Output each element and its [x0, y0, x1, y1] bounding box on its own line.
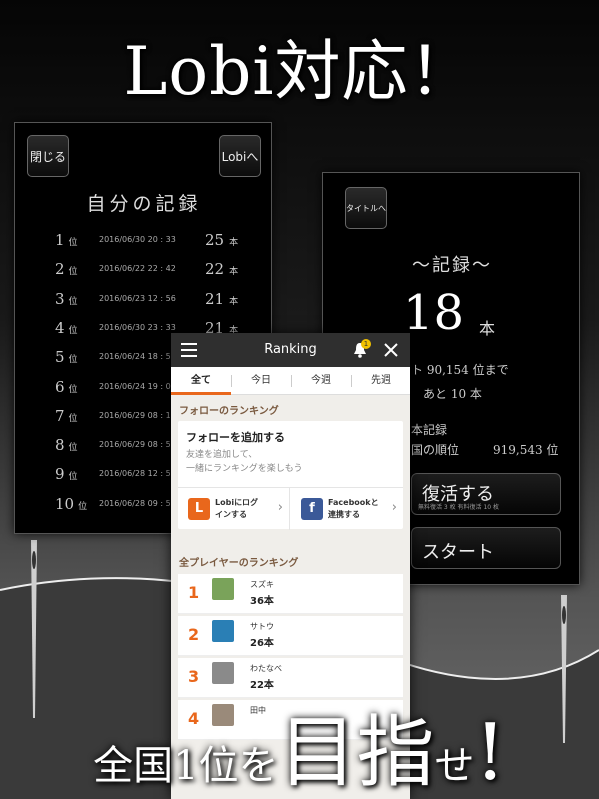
start-button[interactable]: スタート	[411, 527, 561, 569]
player-score: 36本	[250, 596, 274, 607]
national-rank-label: 国の順位	[411, 443, 460, 457]
chevron-right-icon: ›	[277, 500, 283, 515]
record-count: 25 本	[205, 231, 239, 249]
slogan-part-2: 1位を	[173, 743, 279, 789]
record-date: 2016/06/30 20 : 33	[99, 235, 176, 244]
record-label: 本記録	[411, 423, 448, 437]
avatar	[212, 578, 234, 600]
record-rank: 2位	[55, 260, 78, 279]
ranking-header: Ranking 1	[171, 333, 410, 367]
record-rank: 1位	[55, 231, 78, 249]
record-rank: 5位	[55, 348, 78, 367]
record-date: 2016/06/29 08 : 5	[99, 440, 171, 450]
remaining-text: あと 10 本	[423, 387, 482, 401]
tab-all[interactable]: 全て	[171, 367, 231, 395]
record-date: 2016/06/22 22 : 42	[99, 264, 176, 274]
bottom-slogan: 全国1位を目指せ!	[0, 690, 599, 799]
facebook-icon: f	[301, 498, 323, 520]
facebook-link-button[interactable]: f Facebookと 連携する ›	[291, 488, 403, 530]
avatar	[212, 620, 234, 642]
close-icon[interactable]	[384, 343, 398, 357]
record-rank: 8位	[55, 436, 78, 455]
slogan-part-3: 目指	[278, 708, 435, 798]
follow-card-title: フォローを追加する	[186, 431, 285, 444]
slogan-part-1: 全国	[93, 743, 174, 789]
player-row[interactable]: 1 スズキ 36本	[178, 574, 403, 614]
national-rank-value: 919,543 位	[493, 443, 559, 457]
all-players-title: 全プレイヤーのランキング	[179, 558, 299, 569]
slogan-part-4: せ	[434, 743, 475, 789]
ranking-title: Ranking	[264, 342, 317, 357]
player-rank: 2	[188, 625, 200, 644]
revive-button[interactable]: 復活する 無料復活 3 枚 有料復活 10 枚	[411, 473, 561, 515]
follow-card-desc-1: 友達を追加して、	[186, 450, 258, 460]
slogan-part-5: !	[474, 708, 506, 798]
player-rank: 1	[188, 583, 200, 602]
record-date: 2016/06/30 23 : 33	[99, 322, 176, 332]
player-score: 22本	[250, 680, 274, 691]
close-button[interactable]: 閉じる	[27, 135, 69, 177]
record-rank: 4位	[55, 318, 78, 337]
record-date: 2016/06/28 09 : 5	[99, 498, 171, 508]
start-label: スタート	[422, 542, 494, 563]
lobi-login-button[interactable]: L Lobiにログ インする ›	[178, 488, 290, 530]
record-rank: 7位	[55, 406, 78, 425]
lobi-login-label: Lobiにログ インする	[215, 498, 259, 519]
tab-today[interactable]: 今日	[231, 367, 291, 395]
tab-this-week[interactable]: 今週	[291, 367, 351, 395]
headline: Lobi対応！	[123, 33, 476, 110]
player-score: 26本	[250, 638, 274, 649]
player-name: わたなべ	[250, 664, 282, 673]
follow-card-desc-2: 一緒にランキングを楽しもう	[186, 464, 303, 474]
record-date: 2016/06/29 08 : 1	[99, 410, 171, 420]
follow-actions: L Lobiにログ インする › f Facebookと 連携する ›	[178, 487, 403, 530]
tab-last-week[interactable]: 先週	[351, 367, 410, 395]
record-count: 21 本	[205, 289, 239, 308]
period-tabs: 全て 今日 今週 先週	[171, 367, 410, 395]
player-name: サトウ	[250, 622, 274, 631]
record-row: 1 位 2016/06/30 20 : 33 25 本	[15, 231, 273, 260]
player-name: スズキ	[250, 580, 274, 589]
record-row: 3 位 2016/06/23 12 : 56 21 本	[15, 290, 273, 319]
record-row: 2 位 2016/06/22 22 : 42 22 本	[15, 260, 273, 289]
chevron-right-icon: ›	[391, 500, 397, 515]
record-rank: 3位	[55, 289, 78, 308]
record-date: 2016/06/23 12 : 56	[99, 293, 176, 303]
title-button[interactable]: タイトルへ	[345, 187, 387, 229]
follow-section-title: フォローのランキング	[179, 406, 279, 417]
next-rank-text: ト 90,154 位まで	[411, 363, 509, 377]
records-title: 自分の記録	[86, 193, 202, 215]
revive-note: 無料復活 3 枚 有料復活 10 枚	[418, 504, 499, 511]
record-rank: 6位	[55, 377, 78, 396]
record-rank: 9位	[55, 465, 78, 484]
result-score-unit: 本	[479, 319, 496, 338]
result-subtitle: 〜記録〜	[412, 255, 492, 276]
notification-badge: 1	[361, 339, 371, 349]
record-rank: 10 位	[55, 494, 88, 513]
record-date: 2016/06/24 19 : 0	[99, 381, 171, 391]
player-rank: 3	[188, 667, 200, 686]
avatar	[212, 662, 234, 684]
record-date: 2016/06/28 12 : 5	[99, 469, 171, 479]
result-score: 18	[403, 285, 465, 341]
lobi-icon: L	[188, 498, 210, 520]
record-date: 2016/06/24 18 : 5	[99, 352, 171, 362]
facebook-label: Facebookと 連携する	[328, 498, 379, 519]
lobi-button[interactable]: Lobiへ	[219, 135, 261, 177]
record-count: 22 本	[205, 260, 239, 279]
follow-card: フォローを追加する 友達を追加して、 一緒にランキングを楽しもう L Lobiに…	[178, 421, 403, 530]
player-row[interactable]: 2 サトウ 26本	[178, 616, 403, 656]
